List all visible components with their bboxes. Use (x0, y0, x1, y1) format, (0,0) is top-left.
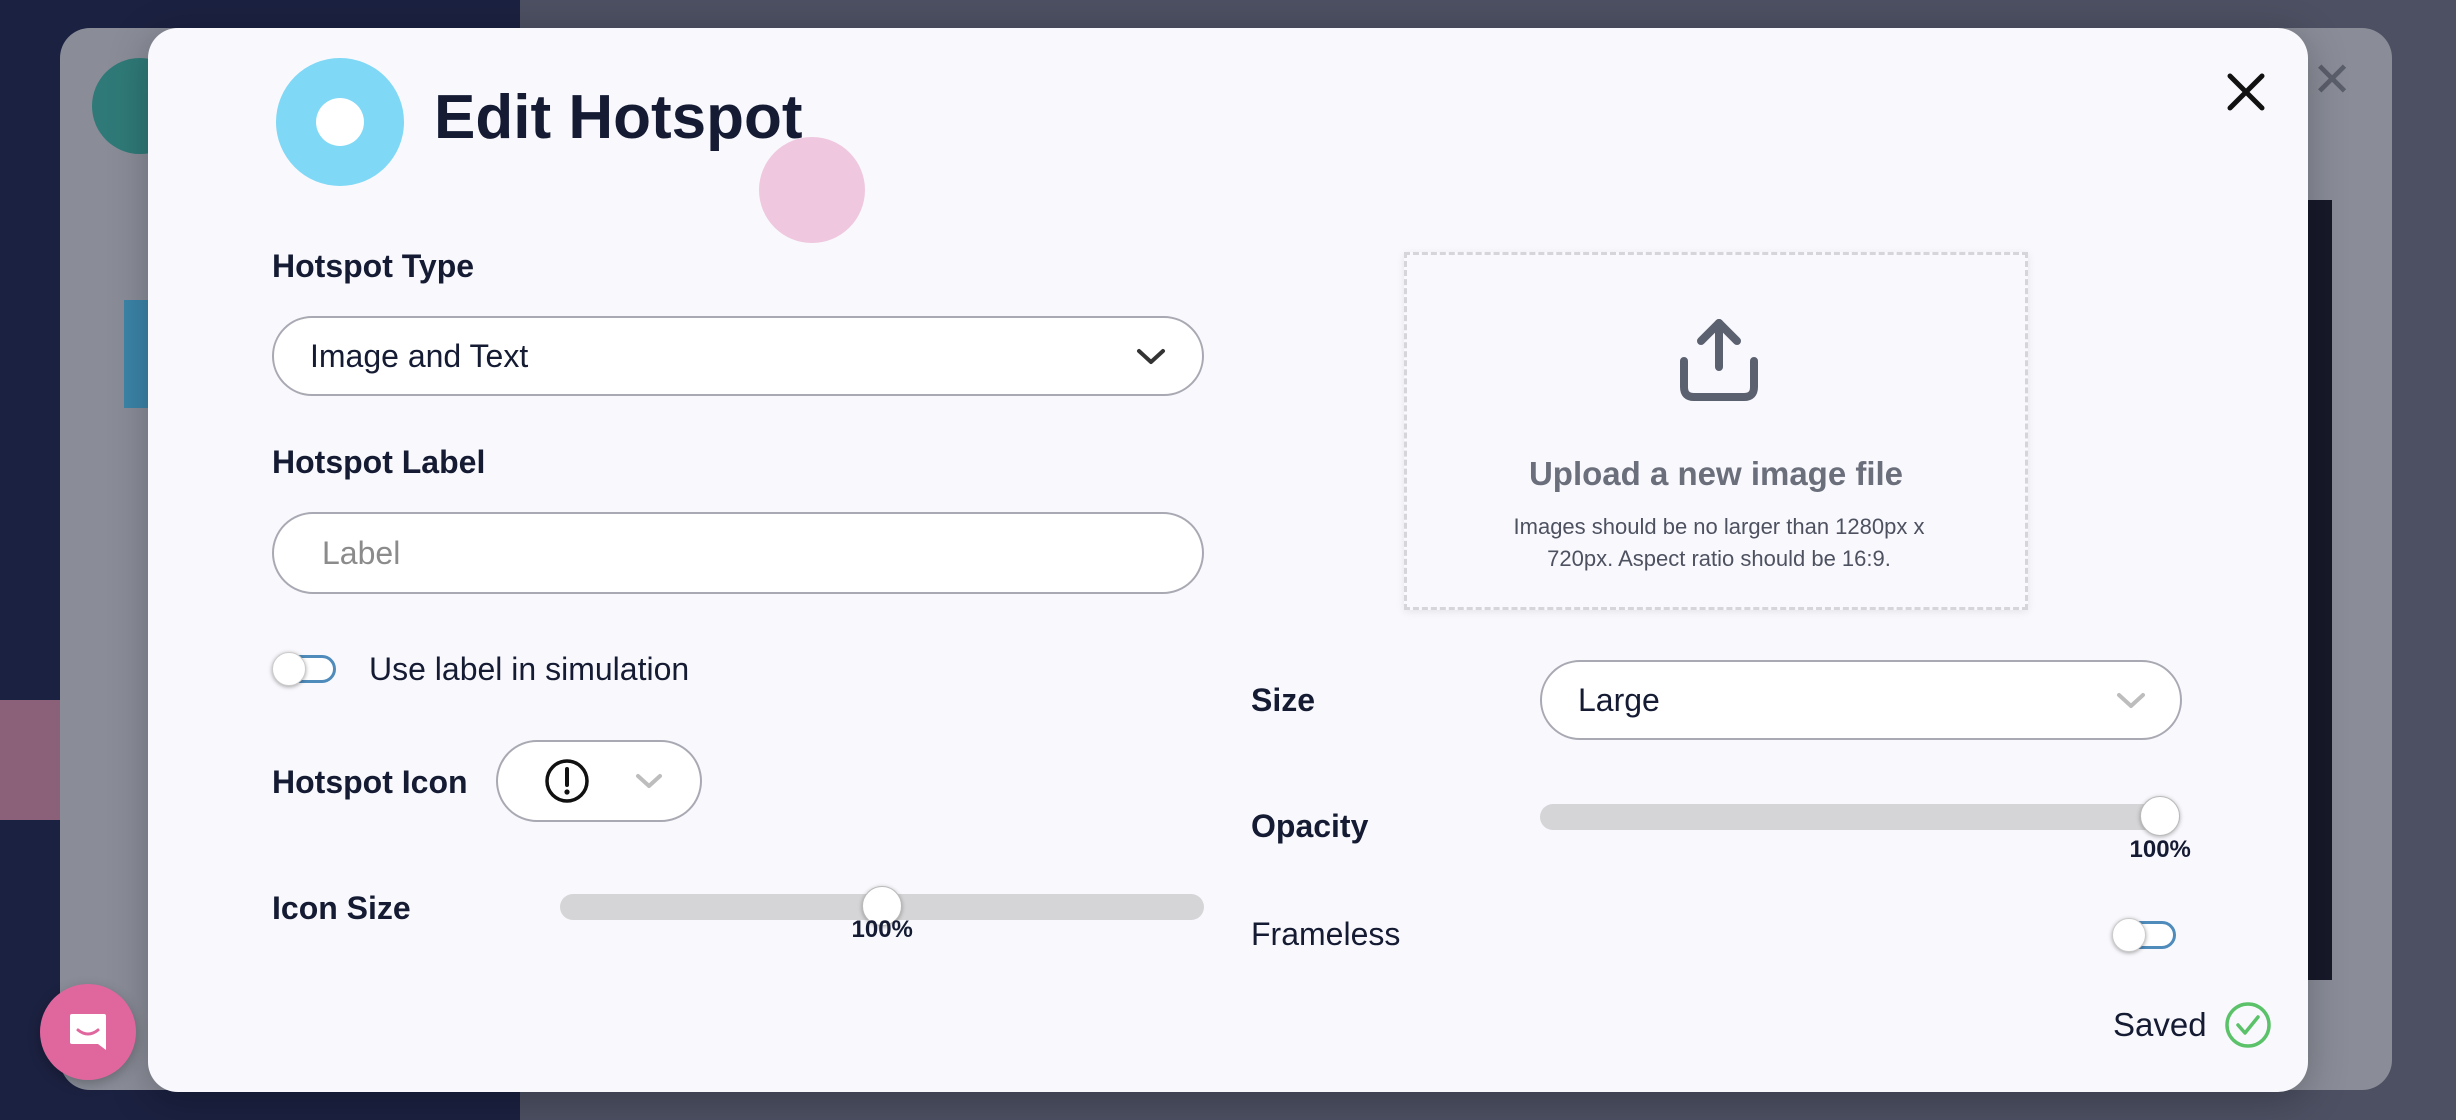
opacity-slider-thumb[interactable] (2140, 796, 2180, 836)
exclamation-circle-icon (545, 759, 589, 803)
size-value: Large (1578, 682, 1660, 718)
edit-hotspot-modal: Edit Hotspot Hotspot Type Image and Text… (148, 28, 2308, 1092)
frameless-toggle[interactable] (2112, 918, 2178, 952)
opacity-value: 100% (2129, 836, 2191, 863)
toggle-knob (272, 652, 306, 686)
chevron-down-icon (636, 774, 662, 788)
icon-size-label: Icon Size (272, 890, 411, 926)
upload-title: Upload a new image file (1528, 455, 1904, 492)
opacity-slider[interactable] (1540, 796, 2180, 836)
hotspot-type-label: Hotspot Type (272, 248, 475, 284)
hotspot-label-input[interactable] (272, 512, 1204, 594)
chat-icon (70, 1014, 106, 1050)
saved-status-text: Saved (2113, 1006, 2207, 1043)
toggle-knob (2112, 918, 2146, 952)
size-label: Size (1251, 682, 1316, 718)
use-label-toggle[interactable] (272, 652, 338, 686)
background-accent-pink (0, 700, 60, 820)
size-select[interactable]: Large (1540, 660, 2182, 740)
hotspot-type-value: Image and Text (310, 338, 529, 374)
chevron-down-icon (1137, 349, 1165, 364)
upload-icon (1680, 319, 1758, 401)
cursor-highlight (759, 137, 865, 243)
image-upload-dropzone[interactable]: Upload a new image file Images should be… (1404, 252, 2028, 610)
modal-title: Edit Hotspot (434, 83, 803, 152)
icon-size-value: 100% (851, 916, 913, 943)
hotspot-type-select[interactable]: Image and Text (272, 316, 1204, 396)
close-icon[interactable] (2214, 60, 2278, 124)
frameless-label: Frameless (1251, 916, 1401, 952)
opacity-label: Opacity (1251, 808, 1369, 844)
upload-note: Images should be no larger than 1280px x… (1513, 514, 1925, 571)
hotspot-icon-label: Hotspot Icon (272, 764, 468, 800)
use-label-text: Use label in simulation (369, 651, 690, 687)
chat-widget-button[interactable] (40, 984, 136, 1080)
background-close-icon: ✕ (2312, 52, 2353, 108)
hotspot-icon-select[interactable] (496, 740, 702, 822)
logo-icon (276, 58, 404, 186)
hotspot-label-label: Hotspot Label (272, 444, 486, 480)
chevron-down-icon (2117, 693, 2145, 708)
check-circle-icon (2225, 1002, 2271, 1048)
